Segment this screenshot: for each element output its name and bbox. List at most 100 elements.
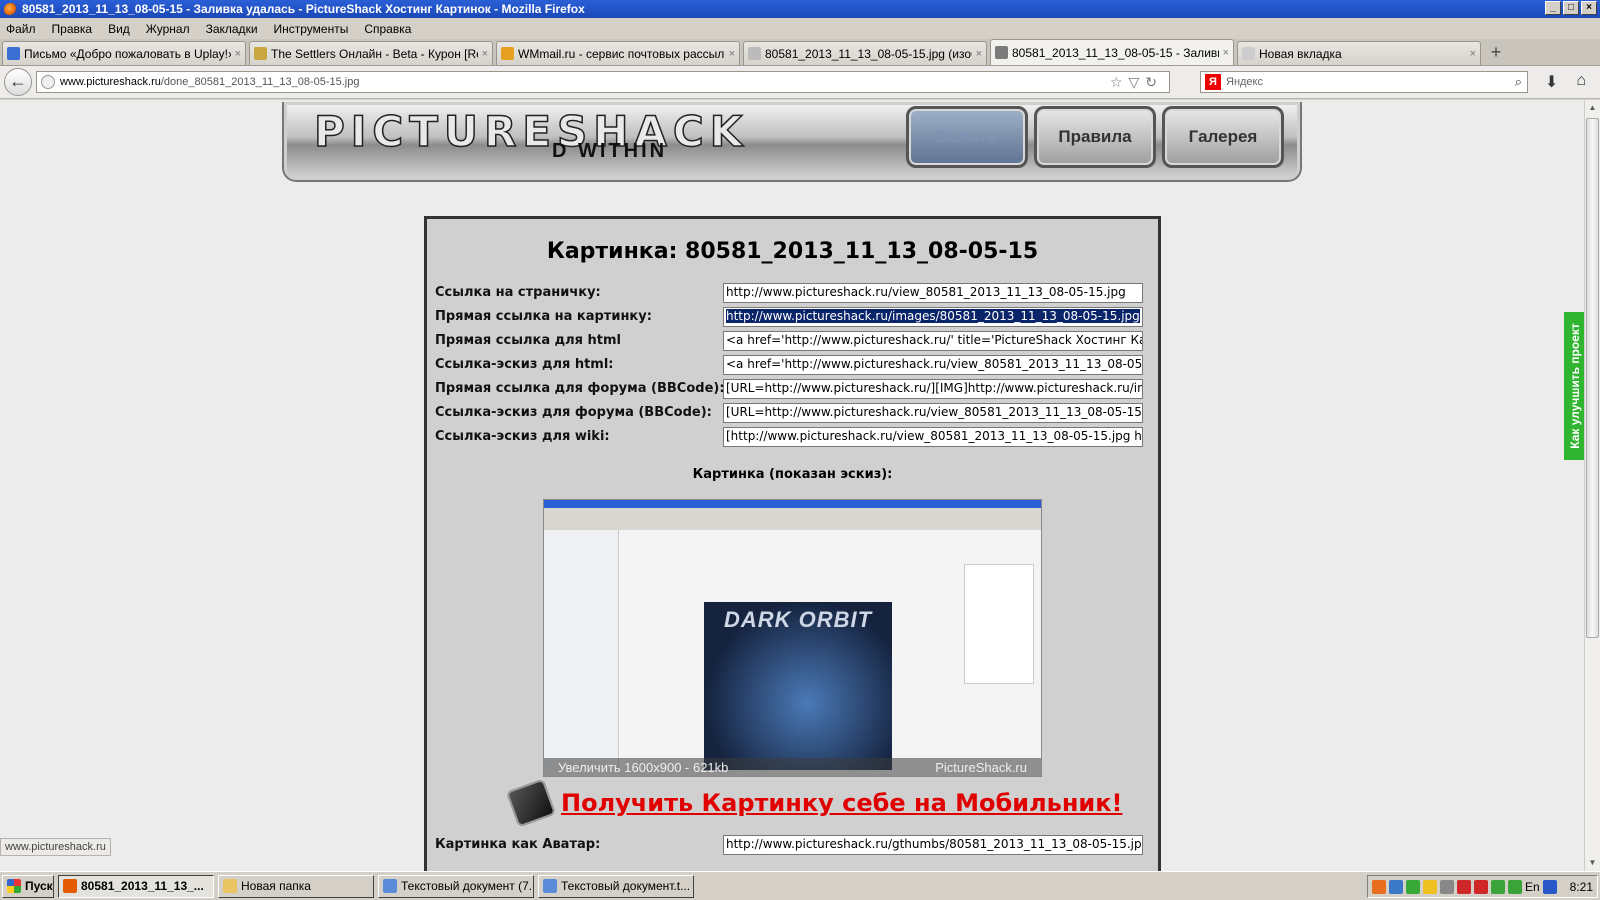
tab-close-icon[interactable]: × [729,48,735,60]
search-bar[interactable]: Я Яндекс ⌕ [1200,71,1528,93]
menu-bookmarks[interactable]: Закладки [206,22,258,36]
mobile-promo: Получить Картинку себе на Мобильник! [505,778,1122,828]
taskbar-label: Новая папка [241,879,311,893]
tab-new[interactable]: Новая вкладка × [1237,41,1481,65]
close-button[interactable]: × [1581,1,1597,15]
taskbar-item-text-doc-1[interactable]: Текстовый документ (7... [378,874,534,898]
mail-icon [7,47,20,60]
tray-icon[interactable] [1439,879,1454,894]
tab-close-icon[interactable]: × [1470,48,1476,60]
row-label: Ссылка-эскиз для html: [435,357,614,372]
menu-file[interactable]: Файл [6,22,36,36]
tab-wmmail[interactable]: WMmail.ru - сервис почтовых рассылок... … [496,41,740,65]
taskbar: Пуск 80581_2013_11_13_... Новая папка Те… [0,871,1600,900]
site-logo[interactable]: PICTURESHACK [313,109,748,155]
tray-icon[interactable] [1388,879,1403,894]
enlarge-label: Увеличить 1600x900 - 621kb [558,760,729,775]
link-row-direct: Прямая ссылка на картинку: http://www.pi… [435,307,1155,327]
link-field-html-thumb[interactable]: <a href='http://www.pictureshack.ru/view… [723,355,1143,375]
row-label: Картинка как Аватар: [435,837,601,852]
link-row-html-thumb: Ссылка-эскиз для html: <a href='http://w… [435,355,1155,375]
nav-rules-button[interactable]: Правила [1034,106,1156,168]
vertical-scrollbar[interactable]: ▲ ▼ [1584,100,1600,871]
maximize-button[interactable]: □ [1563,1,1579,15]
firefox-icon [4,2,17,16]
taskbar-label: Текстовый документ (7... [401,879,534,893]
feedback-tab[interactable]: Как улучшить проект [1564,312,1586,460]
downloads-icon[interactable]: ⬇ [1545,72,1558,92]
scroll-thumb[interactable] [1586,118,1599,638]
tray-icon[interactable] [1456,879,1471,894]
language-indicator[interactable]: En [1525,880,1540,894]
link-row-avatar: Картинка как Аватар: http://www.pictures… [435,835,1155,855]
tray-icon[interactable] [1490,879,1505,894]
thumbnail-image[interactable]: DARK ORBIT Увеличить 1600x900 - 621kb Pi… [543,499,1042,777]
menu-bar: Файл Правка Вид Журнал Закладки Инструме… [0,18,1600,39]
tray-icon[interactable] [1542,879,1557,894]
home-icon[interactable]: ⌂ [1576,72,1586,92]
scroll-up-icon[interactable]: ▲ [1585,100,1600,116]
clock: 8:21 [1569,879,1593,894]
bookmark-reload-icons[interactable]: ☆▽↻ [1110,74,1163,91]
link-field-page[interactable]: http://www.pictureshack.ru/view_80581_20… [723,283,1143,303]
minimize-button[interactable]: _ [1545,1,1561,15]
tab-label: The Settlers Онлайн - Beta - Курон [Rea.… [271,46,478,61]
tray-icon[interactable] [1507,879,1522,894]
menu-edit[interactable]: Правка [52,22,93,36]
nav-gallery-button[interactable]: Галерея [1162,106,1284,168]
tab-close-icon[interactable]: × [235,48,241,60]
tab-label: Письмо «Добро пожаловать в Uplay!» ... [24,46,231,61]
menu-view[interactable]: Вид [108,22,130,36]
mobile-link[interactable]: Получить Картинку себе на Мобильник! [561,789,1122,817]
link-field-html[interactable]: <a href='http://www.pictureshack.ru/' ti… [723,331,1143,351]
tray-icon[interactable] [1371,879,1386,894]
url-path: /done_80581_2013_11_13_08-05-15.jpg [160,76,360,88]
tab-close-icon[interactable]: × [976,48,982,60]
tray-icon[interactable] [1422,879,1437,894]
taskbar-item-folder[interactable]: Новая папка [218,874,374,898]
link-field-avatar[interactable]: http://www.pictureshack.ru/gthumbs/80581… [723,835,1143,855]
thumb-toolbar [544,508,1041,530]
new-tab-button[interactable]: + [1484,41,1508,65]
link-row-html: Прямая ссылка для html <a href='http://w… [435,331,1155,351]
url-bar[interactable]: www.pictureshack.ru/done_80581_2013_11_1… [36,71,1170,93]
link-field-wiki[interactable]: [http://www.pictureshack.ru/view_80581_2… [723,427,1143,447]
link-row-bbcode: Прямая ссылка для форума (BBCode): [URL=… [435,379,1155,399]
tab-settlers[interactable]: The Settlers Онлайн - Beta - Курон [Rea.… [249,41,493,65]
windows-logo-icon [7,879,21,893]
link-field-bbcode-thumb[interactable]: [URL=http://www.pictureshack.ru/view_805… [723,403,1143,423]
link-row-wiki: Ссылка-эскиз для wiki: [http://www.pictu… [435,427,1155,447]
tab-uplay[interactable]: Письмо «Добро пожаловать в Uplay!» ... × [2,41,246,65]
row-label: Прямая ссылка для html [435,333,621,348]
tray-icon[interactable] [1405,879,1420,894]
menu-help[interactable]: Справка [364,22,411,36]
thumb-titlebar [544,500,1041,508]
phone-icon [505,778,557,828]
back-button[interactable]: ← [4,68,32,96]
yandex-icon[interactable]: Я [1205,74,1221,90]
link-row-page: Ссылка на страничку: http://www.pictures… [435,283,1155,303]
link-field-bbcode[interactable]: [URL=http://www.pictureshack.ru/][IMG]ht… [723,379,1143,399]
link-row-bbcode-thumb: Ссылка-эскиз для форума (BBCode): [URL=h… [435,403,1155,423]
menu-history[interactable]: Журнал [146,22,190,36]
tray-icon[interactable] [1473,879,1488,894]
selected-text: http://www.pictureshack.ru/images/80581_… [726,309,1140,323]
tab-close-icon[interactable]: × [482,48,488,60]
url-domain: www.pictureshack.ru [60,76,161,88]
row-label: Прямая ссылка на картинку: [435,309,652,324]
search-input[interactable]: Яндекс [1226,76,1263,88]
scroll-down-icon[interactable]: ▼ [1585,855,1600,871]
tab-close-icon[interactable]: × [1223,47,1229,59]
search-icon[interactable]: ⌕ [1515,74,1522,90]
nav-upload-button[interactable]: Залить [906,106,1028,168]
tab-pictureshack[interactable]: 80581_2013_11_13_08-05-15 - Заливка... × [990,39,1234,65]
thumb-right-panel [964,564,1034,684]
taskbar-item-firefox[interactable]: 80581_2013_11_13_... [58,874,214,898]
menu-tools[interactable]: Инструменты [274,22,349,36]
thumbnail-overlay: Увеличить 1600x900 - 621kb PictureShack.… [544,758,1041,776]
window-title: 80581_2013_11_13_08-05-15 - Заливка удал… [22,2,585,16]
tab-image[interactable]: 80581_2013_11_13_08-05-15.jpg (изоб... × [743,41,987,65]
taskbar-item-text-doc-2[interactable]: Текстовый документ.t... [538,874,694,898]
link-field-direct[interactable]: http://www.pictureshack.ru/images/80581_… [723,307,1143,327]
start-button[interactable]: Пуск [2,874,54,898]
